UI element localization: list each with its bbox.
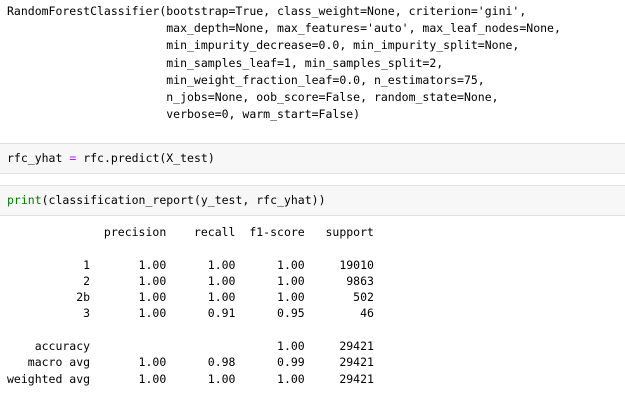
code-operator: = xyxy=(69,151,77,165)
report-row: weighted avg 1.00 1.00 1.00 29421 xyxy=(7,371,374,386)
code-cell-print[interactable]: print(classification_report(y_test, rfc_… xyxy=(0,185,625,216)
output-line: min_weight_fraction_leaf=0.0, n_estimato… xyxy=(7,72,485,87)
report-row: 1 1.00 1.00 1.00 19010 xyxy=(7,257,374,272)
code-expression: (classification_report(y_test, rfc_yhat)… xyxy=(41,193,326,207)
output-line: min_impurity_decrease=0.0, min_impurity_… xyxy=(7,38,520,53)
output-line: min_samples_leaf=1, min_samples_split=2, xyxy=(7,55,444,70)
report-blank xyxy=(7,322,374,338)
code-line: rfc_yhat = rfc.predict(X_test) xyxy=(7,150,215,167)
output-line: n_jobs=None, oob_score=False, random_sta… xyxy=(7,90,499,105)
report-row: macro avg 1.00 0.98 0.99 29421 xyxy=(7,355,374,370)
output-line: verbose=0, warm_start=False) xyxy=(7,107,361,122)
classification-report: precision recall f1-score support 1 1.00… xyxy=(7,224,374,387)
model-output: RandomForestClassifier(bootstrap=True, c… xyxy=(7,3,561,123)
report-header: precision recall f1-score support xyxy=(7,225,374,239)
code-keyword: print xyxy=(7,193,42,207)
report-row: 2b 1.00 1.00 1.00 502 xyxy=(7,290,374,305)
report-blank xyxy=(7,240,374,256)
report-row: 3 1.00 0.91 0.95 46 xyxy=(7,306,374,321)
output-line: RandomForestClassifier(bootstrap=True, c… xyxy=(7,4,527,18)
report-row: accuracy 1.00 29421 xyxy=(7,339,374,354)
code-expression: rfc.predict(X_test) xyxy=(83,151,215,165)
output-line: max_depth=None, max_features='auto', max… xyxy=(7,21,561,36)
code-line: print(classification_report(y_test, rfc_… xyxy=(7,192,326,209)
code-variable: rfc_yhat xyxy=(7,151,63,165)
report-row: 2 1.00 1.00 1.00 9863 xyxy=(7,273,374,288)
code-cell-predict[interactable]: rfc_yhat = rfc.predict(X_test) xyxy=(0,143,625,174)
